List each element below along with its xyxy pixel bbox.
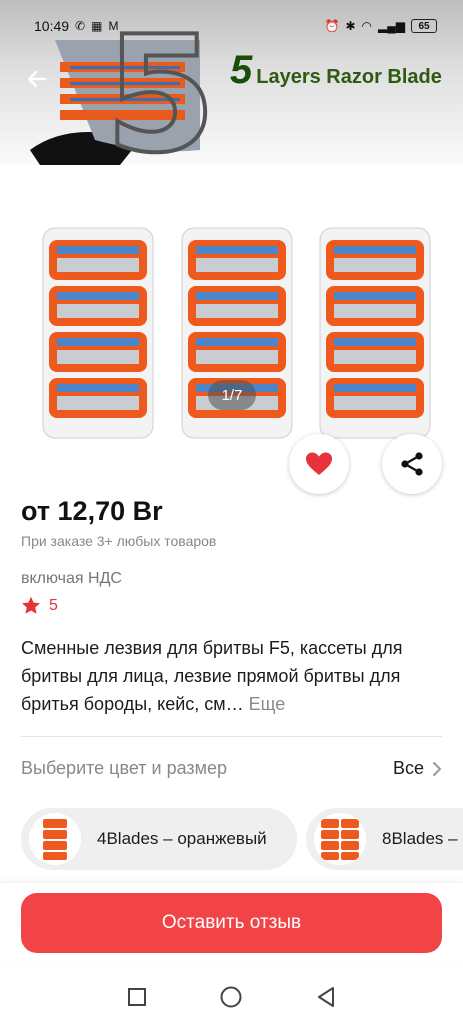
triangle-back-icon [317,987,334,1007]
product-screen: 5 5 Layers Razor Blade 1/7 10:49 ✆ ▦ M ⏰… [0,0,463,1024]
blade-packs-photo [42,227,431,439]
status-bar: 10:49 ✆ ▦ M ⏰ ✱ ◠ ▂▄▆ 65 [0,0,463,52]
share-button[interactable] [382,434,442,494]
more-link[interactable]: Еще [249,694,286,714]
variants-all-label: Все [392,758,424,778]
wifi-icon: ◠ [361,19,373,33]
bluetooth-icon: ✱ [345,19,356,33]
app-icon: ▦ [91,19,103,33]
back-arrow-icon [27,70,47,88]
favorite-button[interactable] [289,434,349,494]
share-icon [401,452,423,476]
square-icon [128,988,147,1006]
signal-icon: ▂▄▆ [378,19,405,33]
image-pager: 1/7 [208,380,256,410]
home-button[interactable] [216,982,246,1012]
leave-review-button[interactable]: Оставить отзыв [21,893,442,953]
phone-icon: ✆ [75,19,86,33]
battery-icon: 65 [411,19,437,33]
variants-all-link[interactable]: Все [393,758,442,779]
divider [21,736,442,737]
rating[interactable]: 5 [21,596,58,615]
variants-header[interactable]: Выберите цвет и размер Все [21,758,442,779]
circle-icon [220,986,242,1008]
alarm-icon: ⏰ [324,19,340,33]
mail-icon: M [108,19,119,33]
status-time: 10:49 [34,18,70,34]
rating-value: 5 [49,596,58,614]
variant-label: 4Blades – оранжевый [97,829,267,848]
banner-text: Layers Razor Blade [256,66,442,88]
recent-apps-button[interactable] [122,982,152,1012]
variant-thumbnail [29,813,81,865]
system-nav-bar [0,970,463,1024]
banner-number: 5 [230,48,253,92]
star-icon [22,596,40,614]
variant-option-4blades[interactable]: 4Blades – оранжевый [21,808,297,870]
back-button[interactable] [20,62,54,96]
back-nav-button[interactable] [311,982,341,1012]
variant-option-8blades[interactable]: 8Blades – оранжевый [306,808,463,870]
variant-label: 8Blades – оранжевый [382,829,463,848]
product-price: от 12,70 Br [21,496,163,526]
vat-note: включая НДС [21,570,122,587]
description-text: Сменные лезвия для бритвы F5, кассеты дл… [21,638,403,714]
product-image-carousel[interactable]: 5 5 Layers Razor Blade 1/7 [0,0,463,470]
price-condition: При заказе 3+ любых товаров [21,533,217,549]
heart-icon [306,452,332,475]
variant-thumbnail [314,813,366,865]
chevron-right-icon [433,761,441,776]
banner-title: 5 Layers Razor Blade [230,48,442,93]
product-description[interactable]: Сменные лезвия для бритвы F5, кассеты дл… [21,634,446,718]
variants-title: Выберите цвет и размер [21,758,228,778]
